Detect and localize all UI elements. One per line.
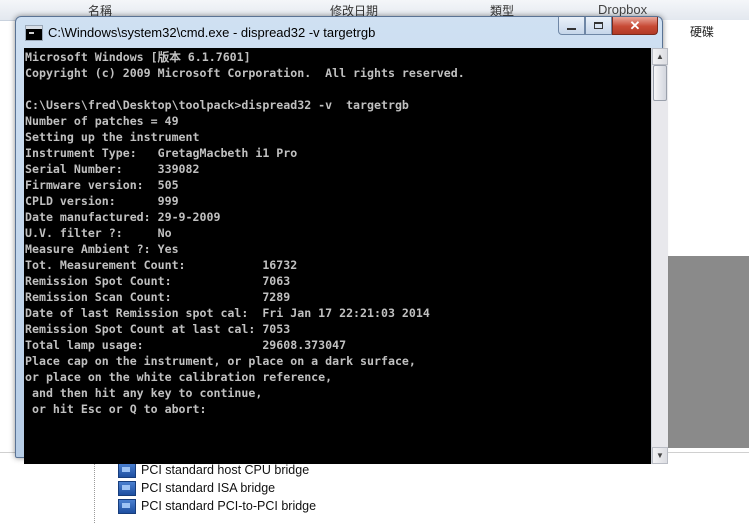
console-line: Remission Scan Count: 7289	[25, 290, 291, 304]
console-line: or place on the white calibration refere…	[25, 370, 333, 384]
console-line: Total lamp usage: 29608.373047	[25, 338, 347, 352]
close-button[interactable]: ✕	[612, 17, 658, 35]
maximize-icon	[594, 22, 603, 29]
console-line: Remission Spot Count: 7063	[25, 274, 291, 288]
console-output[interactable]: Microsoft Windows [版本 6.1.7601] Copyrigh…	[24, 48, 651, 464]
pci-device-icon	[118, 462, 136, 478]
console-line: Firmware version: 505	[25, 178, 179, 192]
console-text: Microsoft Windows [版本 6.1.7601] Copyrigh…	[24, 48, 651, 417]
console-line: Remission Spot Count at last cal: 7053	[25, 322, 291, 336]
console-line: Instrument Type: GretagMacbeth i1 Pro	[25, 146, 298, 160]
scroll-thumb[interactable]	[653, 65, 667, 101]
title-bar[interactable]: C:\Windows\system32\cmd.exe - dispread32…	[16, 17, 662, 47]
console-line: and then hit any key to continue,	[25, 386, 263, 400]
cmd-icon[interactable]	[25, 25, 43, 41]
scroll-down-button[interactable]: ▼	[652, 447, 668, 464]
vertical-scrollbar[interactable]: ▲ ▼	[651, 48, 668, 464]
window-title: C:\Windows\system32\cmd.exe - dispread32…	[48, 25, 376, 40]
tree-item-label: PCI standard host CPU bridge	[141, 463, 310, 477]
tree-item[interactable]: PCI standard PCI-to-PCI bridge	[118, 497, 316, 515]
arrow-up-icon: ▲	[656, 52, 664, 61]
hard-disk-label: 硬碟	[690, 25, 715, 39]
console-line: Tot. Measurement Count: 16732	[25, 258, 298, 272]
tree-item[interactable]: PCI standard ISA bridge	[118, 479, 275, 497]
pci-device-icon	[118, 498, 136, 514]
console-line: Serial Number: 339082	[25, 162, 200, 176]
console-line: Date manufactured: 29-9-2009	[25, 210, 221, 224]
dropbox-label: Dropbox	[598, 2, 648, 17]
minimize-button[interactable]	[558, 17, 585, 35]
console-line: Place cap on the instrument, or place on…	[25, 354, 416, 368]
console-line: CPLD version: 999	[25, 194, 179, 208]
console-line: U.V. filter ?: No	[25, 226, 172, 240]
tree-item-label: PCI standard PCI-to-PCI bridge	[141, 499, 317, 513]
arrow-down-icon: ▼	[656, 451, 664, 460]
minimize-icon	[567, 27, 576, 30]
console-line: Copyright (c) 2009 Microsoft Corporation…	[25, 66, 465, 80]
console-line: Microsoft Windows [版本 6.1.7601]	[25, 50, 251, 64]
maximize-button[interactable]	[585, 17, 612, 35]
console-line: C:\Users\fred\Desktop\toolpack>dispread3…	[25, 98, 409, 112]
console-line: Measure Ambient ?: Yes	[25, 242, 179, 256]
dropbox-shortcut[interactable]: Dropbox	[598, 2, 647, 17]
cmd-window: C:\Windows\system32\cmd.exe - dispread32…	[15, 16, 668, 464]
pci-device-icon	[118, 480, 136, 496]
console-line: Date of last Remission spot cal: Fri Jan…	[25, 306, 430, 320]
console-line: Setting up the instrument	[25, 130, 200, 144]
caption-buttons: ✕	[558, 17, 658, 35]
tree-item-label: PCI standard ISA bridge	[141, 481, 276, 495]
background-gray-region	[657, 256, 749, 448]
scroll-up-button[interactable]: ▲	[652, 48, 668, 65]
console-line: Number of patches = 49	[25, 114, 179, 128]
console-line: or hit Esc or Q to abort:	[25, 402, 207, 416]
close-icon: ✕	[629, 17, 641, 33]
